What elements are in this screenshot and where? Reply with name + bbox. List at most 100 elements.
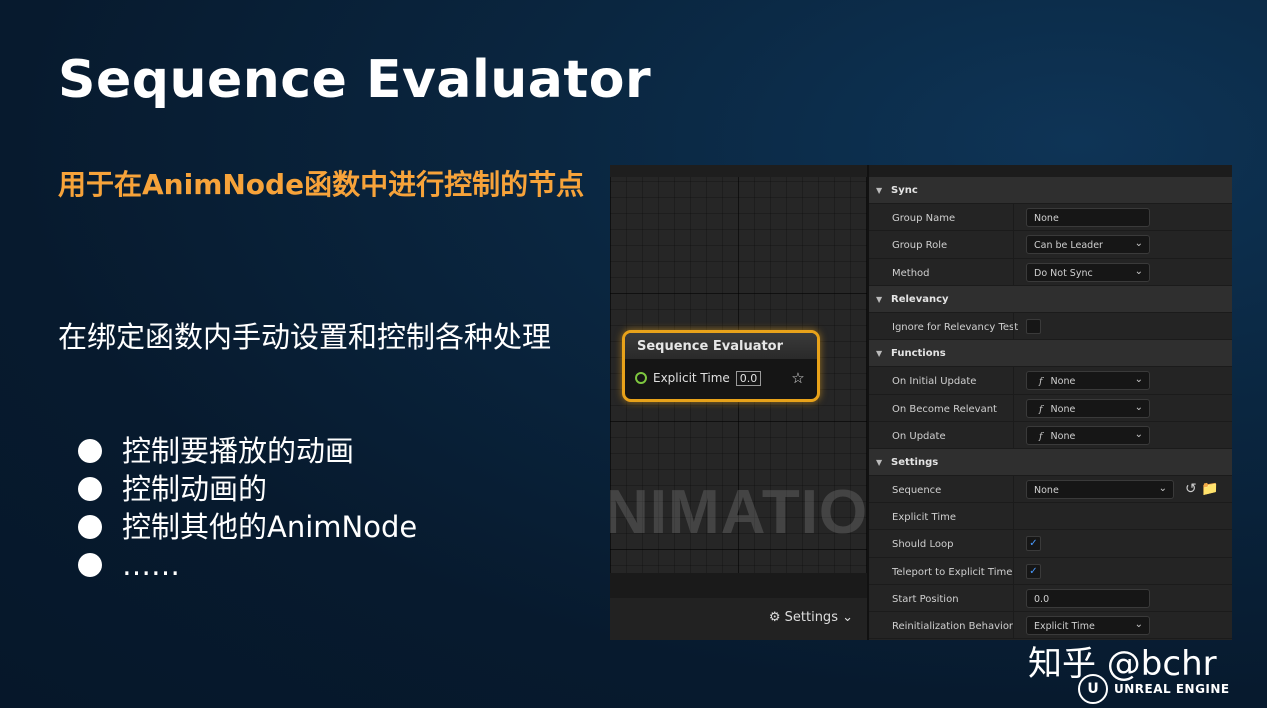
- search-strip[interactable]: [869, 165, 1232, 177]
- slide-description: 在绑定函数内手动设置和控制各种处理: [58, 320, 552, 354]
- field-value: None: [1050, 376, 1076, 388]
- prop-row-ignore-relevancy: Ignore for Relevancy Test: [869, 312, 1232, 341]
- section-sync[interactable]: ▼ Sync: [869, 177, 1232, 205]
- on-initial-update-dropdown[interactable]: f None ⌄: [1026, 371, 1150, 391]
- section-label: Functions: [891, 348, 946, 360]
- field-value: None: [1034, 213, 1059, 225]
- prop-row-on-initial-update: On Initial Update f None ⌄: [869, 367, 1232, 395]
- function-icon: f: [1039, 430, 1043, 442]
- bullet-item: 控制要播放的动画: [78, 432, 417, 470]
- chevron-down-icon: ⌄: [1134, 401, 1143, 413]
- prop-label: Explicit Time: [892, 512, 956, 524]
- ue-logo-icon: U: [1078, 674, 1108, 704]
- prop-row-group-name: Group Name None: [869, 204, 1232, 232]
- prop-label: On Become Relevant: [892, 403, 997, 415]
- reinit-dropdown[interactable]: Explicit Time ⌄: [1026, 616, 1150, 635]
- bullet-text: 控制其他的AnimNode: [122, 510, 418, 544]
- bullet-item: 控制动画的: [78, 470, 417, 508]
- anim-graph-panel[interactable]: NIMATION Sequence Evaluator Explicit Tim…: [610, 165, 867, 573]
- node-title: Sequence Evaluator: [625, 333, 817, 359]
- checkmark-icon: ✓: [1029, 538, 1038, 550]
- collapse-triangle-icon: ▼: [876, 294, 883, 304]
- chevron-down-icon: ⌄: [1134, 428, 1143, 440]
- prop-label: Reinitialization Behavior: [892, 621, 1014, 632]
- on-update-dropdown[interactable]: f None ⌄: [1026, 425, 1150, 445]
- field-value: Can be Leader: [1034, 240, 1103, 252]
- sequence-evaluator-node[interactable]: Sequence Evaluator Explicit Time 0.0 ☆: [622, 330, 820, 402]
- bullet-dot-icon: [78, 553, 102, 577]
- browse-asset-icon[interactable]: ↺ 📁: [1185, 481, 1219, 497]
- should-loop-checkbox[interactable]: ✓: [1026, 536, 1041, 552]
- prop-row-sequence: Sequence None ⌄ ↺ 📁: [869, 476, 1232, 504]
- section-label: Relevancy: [891, 293, 949, 305]
- section-label: Settings: [891, 456, 939, 468]
- sequence-dropdown[interactable]: None ⌄: [1026, 480, 1174, 500]
- function-icon: f: [1039, 376, 1043, 388]
- prop-row-explicit-time: Explicit Time: [869, 503, 1232, 531]
- checkmark-icon: ✓: [1029, 565, 1038, 577]
- bullet-dot-icon: [78, 477, 102, 501]
- prop-label: Group Name: [892, 213, 956, 225]
- chevron-down-icon: ⌄: [1134, 238, 1143, 250]
- editor-screenshot: NIMATION Sequence Evaluator Explicit Tim…: [610, 165, 1232, 640]
- person-icon[interactable]: ☆: [791, 369, 804, 387]
- bullet-list: 控制要播放的动画 控制动画的 控制其他的AnimNode ……: [78, 432, 417, 584]
- teleport-checkbox[interactable]: ✓: [1026, 563, 1041, 579]
- group-name-input[interactable]: None: [1026, 208, 1150, 228]
- field-value: None: [1050, 430, 1076, 442]
- chevron-down-icon: ⌄: [1134, 265, 1143, 277]
- gear-icon: ⚙: [768, 610, 781, 625]
- collapse-triangle-icon: ▼: [876, 349, 883, 359]
- on-become-relevant-dropdown[interactable]: f None ⌄: [1026, 398, 1150, 418]
- prop-label: Sequence: [892, 485, 942, 497]
- group-role-dropdown[interactable]: Can be Leader ⌄: [1026, 235, 1150, 255]
- section-settings[interactable]: ▼ Settings: [869, 448, 1232, 477]
- prop-row-on-update: On Update f None ⌄: [869, 421, 1232, 449]
- settings-label: Settings: [784, 610, 838, 625]
- bullet-text: ……: [122, 548, 180, 582]
- prop-label: On Update: [892, 430, 946, 442]
- section-label: Sync: [891, 185, 918, 196]
- settings-button[interactable]: ⚙ Settings ⌄: [769, 610, 853, 625]
- chevron-down-icon: ⌄: [1134, 619, 1143, 630]
- field-value: Do Not Sync: [1034, 267, 1093, 279]
- prop-label: Teleport to Explicit Time: [892, 566, 1013, 578]
- bullet-item: ……: [78, 546, 417, 584]
- prop-row-should-loop: Should Loop ✓: [869, 530, 1232, 558]
- prop-row-on-become-relevant: On Become Relevant f None ⌄: [869, 394, 1232, 422]
- method-dropdown[interactable]: Do Not Sync ⌄: [1026, 262, 1150, 282]
- prop-row-group-role: Group Role Can be Leader ⌄: [869, 231, 1232, 259]
- prop-row-start-position: Start Position 0.0: [869, 584, 1232, 612]
- collapse-triangle-icon: ▼: [876, 186, 883, 195]
- pin-label: Explicit Time: [653, 371, 730, 385]
- prop-label: Ignore for Relevancy Test: [892, 321, 1019, 333]
- chevron-down-icon: ⌄: [1134, 374, 1143, 386]
- prop-row-method: Method Do Not Sync ⌄: [869, 258, 1232, 286]
- bullet-dot-icon: [78, 439, 102, 463]
- bullet-item: 控制其他的AnimNode: [78, 508, 417, 546]
- pin-value-input[interactable]: 0.0: [735, 370, 762, 386]
- prop-label: Start Position: [892, 593, 959, 605]
- field-value: None: [1034, 485, 1059, 497]
- collapse-triangle-icon: ▼: [876, 457, 883, 467]
- field-value: Explicit Time: [1034, 621, 1095, 632]
- graph-watermark: NIMATION: [610, 478, 867, 547]
- ue-logo-text: UNREAL ENGINE: [1114, 682, 1230, 696]
- prop-row-teleport: Teleport to Explicit Time ✓: [869, 557, 1232, 585]
- bullet-text: 控制动画的: [122, 472, 268, 506]
- slide-title: Sequence Evaluator: [58, 50, 652, 110]
- start-position-input[interactable]: 0.0: [1026, 588, 1150, 608]
- details-panel: ▼ Sync Group Name None Group Role Can be Le…: [867, 165, 1232, 640]
- ignore-relevancy-checkbox[interactable]: [1026, 318, 1041, 334]
- graph-header: [610, 165, 867, 177]
- chevron-down-icon: ⌄: [1158, 483, 1167, 495]
- section-relevancy[interactable]: ▼ Relevancy: [869, 285, 1232, 313]
- field-value: None: [1050, 403, 1076, 415]
- prop-label: Method: [892, 267, 930, 279]
- field-value: 0.0: [1034, 593, 1050, 605]
- bullet-dot-icon: [78, 515, 102, 539]
- bullet-text: 控制要播放的动画: [122, 434, 355, 468]
- pin-circle-icon[interactable]: [635, 372, 647, 384]
- explicit-time-pin[interactable]: Explicit Time 0.0 ☆: [625, 359, 817, 387]
- section-functions[interactable]: ▼ Functions: [869, 340, 1232, 368]
